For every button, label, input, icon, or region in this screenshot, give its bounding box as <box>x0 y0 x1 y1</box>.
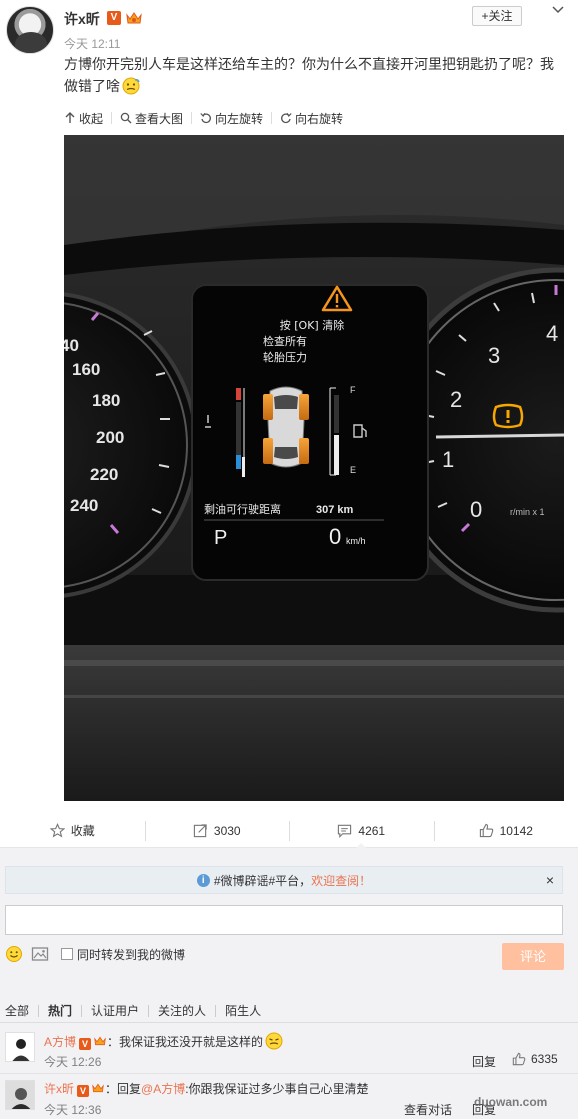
fuel-empty-label: E <box>350 465 356 475</box>
rpm-tick-label: 0 <box>470 497 482 522</box>
vip-crown-icon[interactable] <box>93 1035 107 1047</box>
rpm-unit-label: r/min x 1 <box>510 507 545 517</box>
repost-button[interactable]: 3030 <box>144 813 290 848</box>
verified-badge-icon[interactable]: V <box>107 11 121 25</box>
author-name[interactable]: 许x昕 <box>64 9 100 29</box>
rotate-left-icon <box>200 112 211 124</box>
rotate-right-button[interactable]: 向右旋转 <box>272 112 351 126</box>
view-conversation-link[interactable]: 查看对话 <box>404 1101 452 1118</box>
confused-emoji-icon <box>122 77 140 95</box>
post-text: 方博你开完别人车是这样还给车主的？你为什么不直接开河里把钥匙扔了呢？我做错了啥 <box>64 53 564 97</box>
speed-tick-label: 240 <box>70 496 98 515</box>
tab-strangers[interactable]: 陌生人 <box>216 1005 270 1017</box>
speed-tick-label: 180 <box>92 391 120 410</box>
warning-message-line2: 检查所有 <box>263 334 307 348</box>
repost-checkbox[interactable] <box>61 948 73 960</box>
gear-indicator: P <box>214 527 227 549</box>
comment-time: 今天 12:36 <box>44 1103 102 1117</box>
view-large-button[interactable]: 查看大图 <box>112 112 193 126</box>
comment-button[interactable]: 4261 <box>289 813 434 849</box>
vip-crown-icon[interactable] <box>91 1082 105 1094</box>
divider <box>0 1022 578 1023</box>
rpm-tick-label: 4 <box>546 321 558 346</box>
speed-value: 0 <box>329 524 341 549</box>
rpm-tick-label: 3 <box>488 343 500 368</box>
repost-checkbox-label[interactable]: 同时转发到我的微博 <box>77 946 185 963</box>
warning-message-line3: 轮胎压力 <box>263 350 307 364</box>
tab-verified[interactable]: 认证用户 <box>82 1005 150 1017</box>
author-avatar[interactable] <box>6 6 54 54</box>
comment-body: 许x昕 V ：回复@A方博:你跟我保证过多少事自己心里清楚 <box>44 1080 369 1097</box>
post-photo-dashboard[interactable]: 40 160 180 200 220 240 4 3 2 1 0 r/min x… <box>64 135 564 801</box>
watermark: duowan.com <box>474 1095 548 1109</box>
tab-hot[interactable]: 热门 <box>39 1005 83 1017</box>
commenter-avatar[interactable] <box>5 1032 35 1062</box>
speed-tick-label: 160 <box>72 360 100 379</box>
tab-all[interactable]: 全部 <box>5 1005 40 1017</box>
comment-item: A方博 V ：我保证我还没开就是这样的 今天 12:26 回复 6335 <box>0 1027 578 1074</box>
close-icon[interactable]: × <box>546 872 554 888</box>
comment-input-tools: 同时转发到我的微博 <box>5 943 185 965</box>
comment-input[interactable] <box>5 905 563 935</box>
rpm-tick-label: 1 <box>442 447 454 472</box>
grimace-emoji-icon <box>265 1032 283 1050</box>
verified-badge-icon[interactable]: V <box>79 1038 92 1050</box>
reply-button[interactable]: 回复 <box>472 1053 496 1070</box>
tachometer-needle <box>435 433 564 439</box>
comment-text: ：我保证我还没开就是这样的 <box>107 1035 264 1049</box>
tab-following[interactable]: 关注的人 <box>149 1005 217 1017</box>
emoji-icon[interactable] <box>5 945 23 963</box>
comment-reply-prefix: ：回复 <box>105 1082 142 1096</box>
commenter-avatar[interactable] <box>5 1080 35 1110</box>
submit-comment-button[interactable]: 评论 <box>502 943 564 970</box>
commenter-name[interactable]: A方博 <box>44 1035 76 1049</box>
star-icon <box>49 823 65 838</box>
range-value: 307 km <box>316 504 354 516</box>
notice-link[interactable]: 欢迎查阅！ <box>311 872 371 889</box>
rotate-right-icon <box>281 112 292 124</box>
speed-tick-label: 200 <box>96 428 124 447</box>
comment-like-button[interactable]: 6335 <box>512 1052 558 1066</box>
follow-button[interactable]: +关注 <box>472 6 522 26</box>
warning-message-line1: 按 [OK] 清除 <box>280 318 344 332</box>
vip-crown-icon[interactable] <box>125 10 143 26</box>
rotate-left-button[interactable]: 向左旋转 <box>192 112 273 126</box>
fuel-full-label: F <box>350 385 356 395</box>
post-time[interactable]: 今天 12:11 <box>64 35 120 52</box>
repost-icon <box>193 824 207 838</box>
tire-status-car-icon <box>263 386 309 468</box>
image-toolbar: 收起 查看大图 向左旋转 向右旋转 <box>64 108 351 128</box>
like-button[interactable]: 10142 <box>433 813 578 848</box>
comment-filter-tabs: 全部 热门 认证用户 关注的人 陌生人 <box>5 1003 270 1019</box>
speed-tick-label: 220 <box>90 465 118 484</box>
commenter-name[interactable]: 许x昕 <box>44 1082 74 1096</box>
rumor-notice-bar: i #微博辟谣#平台， 欢迎查阅！ × <box>5 866 563 894</box>
thumbs-up-icon <box>512 1052 526 1066</box>
favorite-button[interactable]: 收藏 <box>0 813 145 848</box>
magnifier-icon <box>120 112 132 124</box>
collapse-icon <box>65 112 75 123</box>
post-action-bar: 收藏 3030 4261 10142 <box>0 813 578 849</box>
collapse-button[interactable]: 收起 <box>64 112 113 126</box>
weibo-post: 许x昕 V +关注 今天 12:11 方博你开完别人车是这样还给车主的？你为什么… <box>0 0 578 849</box>
thumbs-up-icon <box>479 823 493 838</box>
rpm-tick-label: 2 <box>450 387 462 412</box>
comment-section: i #微博辟谣#平台， 欢迎查阅！ × 同时转发到我的微博 评论 全部 热门 认证… <box>0 849 578 1119</box>
info-icon: i <box>196 873 210 887</box>
divider <box>0 1073 578 1074</box>
speed-tick-label: 40 <box>64 336 79 355</box>
comment-time: 今天 12:26 <box>44 1055 102 1069</box>
verified-badge-icon[interactable]: V <box>77 1085 90 1097</box>
chevron-down-icon[interactable] <box>551 3 565 17</box>
range-label: 剩油可行驶距离 <box>204 502 281 516</box>
comment-body: A方博 V ：我保证我还没开就是这样的 <box>44 1032 283 1050</box>
mention-link[interactable]: @A方博 <box>141 1082 185 1096</box>
image-upload-icon[interactable] <box>31 945 49 963</box>
comment-text: :你跟我保证过多少事自己心里清楚 <box>185 1082 369 1096</box>
comment-icon <box>338 824 352 838</box>
speed-unit: km/h <box>346 536 366 546</box>
